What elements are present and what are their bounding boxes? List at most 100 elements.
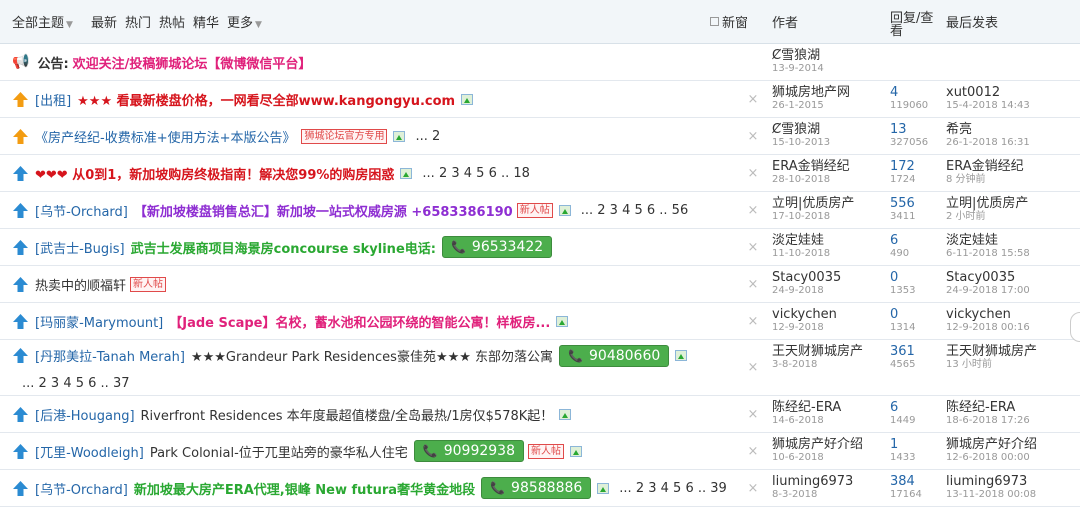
thread-row: [乌节-Orchard] 新加坡最大房产ERA代理,银峰 New futura奢华… <box>0 470 1080 507</box>
last-post-date[interactable]: 8 分钟前 <box>946 174 1080 186</box>
reply-count[interactable]: 0 <box>890 307 942 322</box>
last-post-date[interactable]: 13-11-2018 00:08 <box>946 489 1080 501</box>
last-post-date[interactable]: 24-9-2018 17:00 <box>946 285 1080 297</box>
thread-category-link[interactable]: [丹那美拉-Tanah Merah] <box>35 346 185 365</box>
thread-category-link[interactable]: [乌节-Orchard] <box>35 479 128 498</box>
phone-button[interactable]: 📞 90480660 <box>559 344 670 367</box>
reply-count[interactable]: 6 <box>890 233 942 248</box>
thread-title-link[interactable]: 武吉士发展商项目海景房concourse skyline电话: <box>131 238 436 257</box>
filter-digest[interactable]: 精华 <box>193 12 219 31</box>
announcement-link[interactable]: 欢迎关注/投稿狮城论坛【微博微信平台】 <box>73 53 312 72</box>
reply-count[interactable]: 1 <box>890 437 942 452</box>
author-name[interactable]: 王天财狮城房产 <box>772 344 886 359</box>
scroll-handle[interactable] <box>1070 312 1080 342</box>
close-icon[interactable]: × <box>740 81 766 117</box>
thread-title-link[interactable]: ❤❤❤ 从0到1，新加坡购房终极指南！解决您99%的购房困惑 <box>35 164 394 183</box>
page-links[interactable]: ... 2 3 4 5 6 .. 39 <box>619 481 727 496</box>
last-post-date[interactable]: 13 小时前 <box>946 359 1080 371</box>
last-poster[interactable]: 狮城房产好介绍 <box>946 437 1080 452</box>
last-poster[interactable]: 希亮 <box>946 122 1080 137</box>
phone-button[interactable]: 📞 90992938 <box>413 440 524 462</box>
author-name[interactable]: liuming6973 <box>772 474 886 489</box>
close-icon[interactable]: × <box>740 433 766 469</box>
last-post-date[interactable]: 6-11-2018 15:58 <box>946 248 1080 260</box>
thread-category-link[interactable]: [兀里-Woodleigh] <box>35 442 144 461</box>
reply-count[interactable]: 4 <box>890 85 942 100</box>
thread-title-link[interactable]: 热卖中的顺福轩 <box>35 275 126 294</box>
close-icon[interactable]: × <box>740 266 766 302</box>
last-poster[interactable]: 陈经纪-ERA <box>946 400 1080 415</box>
thread-category-link[interactable]: [武吉士-Bugis] <box>35 238 125 257</box>
author-name[interactable]: 淡定娃娃 <box>772 233 886 248</box>
author-name[interactable]: 狮城房地产网 <box>772 85 886 100</box>
thread-title-link[interactable]: Park Colonial-位于兀里站旁的豪华私人住宅 <box>150 442 408 461</box>
phone-number: 90480660 <box>589 347 661 364</box>
thread-title-link[interactable]: Riverfront Residences 本年度最超值楼盘/全岛最热/1房仅$… <box>141 405 554 424</box>
filter-all-topics[interactable]: 全部主题 ▼ <box>12 12 83 31</box>
last-post-date[interactable]: 18-6-2018 17:26 <box>946 415 1080 427</box>
author-name[interactable]: 陈经纪-ERA <box>772 400 886 415</box>
close-icon[interactable]: × <box>740 396 766 432</box>
author-name[interactable]: vickychen <box>772 307 886 322</box>
close-icon[interactable]: × <box>740 229 766 265</box>
post-date: 11-10-2018 <box>772 248 831 259</box>
thread-title-link[interactable]: 【Jade Scape】名校，蓄水池和公园环绕的智能公寓！样板房... <box>169 312 550 331</box>
phone-button[interactable]: 📞 96533422 <box>441 236 553 258</box>
reply-count[interactable]: 556 <box>890 196 942 211</box>
last-poster[interactable]: vickychen <box>946 307 1080 322</box>
view-count: 490 <box>890 248 910 259</box>
author-name[interactable]: Ȼ雪狼湖 <box>772 122 886 137</box>
reply-count[interactable]: 0 <box>890 270 942 285</box>
last-poster[interactable]: liuming6973 <box>946 474 1080 489</box>
thread-category-link[interactable]: [出租] <box>35 90 71 109</box>
official-badge: 狮城论坛官方专用 <box>301 128 388 144</box>
page-links[interactable]: ... 2 <box>415 129 440 144</box>
filter-hot[interactable]: 热门 <box>125 12 151 31</box>
reply-count[interactable]: 13 <box>890 122 942 137</box>
page-links[interactable]: ... 2 3 4 5 6 .. 18 <box>422 166 530 181</box>
reply-count[interactable]: 361 <box>890 344 942 359</box>
thread-list-header: 全部主题 ▼ 最新 热门 热帖 精华 更多 ▼ 新窗 作者 回复/查看 最后发表 <box>0 0 1080 44</box>
filter-more[interactable]: 更多 ▼ <box>227 12 270 31</box>
close-icon[interactable]: × <box>740 303 766 339</box>
last-poster[interactable]: 王天财狮城房产 <box>946 344 1080 359</box>
reply-count[interactable]: 384 <box>890 474 942 489</box>
close-icon[interactable]: × <box>740 192 766 228</box>
last-poster[interactable]: ERA金销经纪 <box>946 159 1080 174</box>
thread-title-link[interactable]: 【新加坡楼盘销售总汇】新加坡一站式权威房源 +6583386190 <box>134 201 513 220</box>
thread-title-link[interactable]: 《房产经纪-收费标准+使用方法+本版公告》 <box>35 127 295 146</box>
filter-latest[interactable]: 最新 <box>91 12 117 31</box>
thread-title-link[interactable]: 新加坡最大房产ERA代理,银峰 New futura奢华黄金地段 <box>134 479 475 498</box>
thread-title-link[interactable]: ★★★ 看最新楼盘价格，一网看尽全部www.kangongyu.com <box>77 90 455 109</box>
page-links[interactable]: ... 2 3 4 5 6 .. 37 <box>22 376 130 391</box>
new-window-checkbox[interactable] <box>710 17 719 26</box>
last-poster[interactable]: 立明|优质房产 <box>946 196 1080 211</box>
last-post-date[interactable]: 26-1-2018 16:31 <box>946 137 1080 149</box>
last-poster[interactable]: 淡定娃娃 <box>946 233 1080 248</box>
phone-button[interactable]: 📞 98588886 <box>481 477 592 499</box>
last-poster[interactable]: Stacy0035 <box>946 270 1080 285</box>
close-icon[interactable]: × <box>740 470 766 506</box>
close-icon[interactable]: × <box>740 155 766 191</box>
page-links[interactable]: ... 2 3 4 5 6 .. 56 <box>581 203 689 218</box>
close-icon[interactable]: × <box>740 340 766 395</box>
author-name[interactable]: ERA金销经纪 <box>772 159 886 174</box>
author-name[interactable]: 立明|优质房产 <box>772 196 886 211</box>
last-poster[interactable]: xut0012 <box>946 85 1080 100</box>
author-name[interactable]: Ȼ雪狼湖 <box>772 48 886 63</box>
last-post-date[interactable]: 12-6-2018 00:00 <box>946 452 1080 464</box>
author-name[interactable]: Stacy0035 <box>772 270 886 285</box>
new-window-toggle[interactable]: 新窗 <box>710 12 748 31</box>
reply-count[interactable]: 172 <box>890 159 942 174</box>
filter-hot-posts[interactable]: 热帖 <box>159 12 185 31</box>
author-name[interactable]: 狮城房产好介绍 <box>772 437 886 452</box>
last-post-date[interactable]: 12-9-2018 00:16 <box>946 322 1080 334</box>
last-post-date[interactable]: 2 小时前 <box>946 211 1080 223</box>
thread-category-link[interactable]: [后港-Hougang] <box>35 405 135 424</box>
last-post-date[interactable]: 15-4-2018 14:43 <box>946 100 1080 112</box>
thread-category-link[interactable]: [玛丽蒙-Marymount] <box>35 312 163 331</box>
thread-category-link[interactable]: [乌节-Orchard] <box>35 201 128 220</box>
close-icon[interactable]: × <box>740 118 766 154</box>
reply-count[interactable]: 6 <box>890 400 942 415</box>
thread-title-link[interactable]: ★★★Grandeur Park Residences豪佳苑★★★ 东部勿落公寓 <box>191 346 553 365</box>
